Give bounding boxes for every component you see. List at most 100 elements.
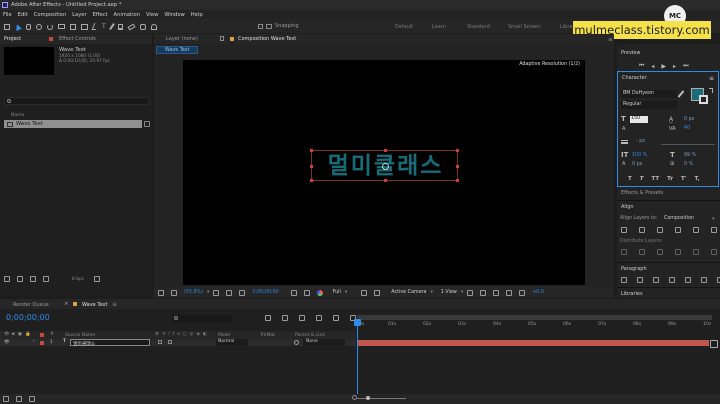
menu-edit[interactable]: Edit <box>18 12 28 18</box>
menu-effect[interactable]: Effect <box>93 12 108 18</box>
mode-header[interactable]: Mode <box>218 333 230 338</box>
snapping-toggle[interactable]: Snapping <box>258 23 299 29</box>
zoom-slider[interactable] <box>352 395 406 400</box>
blend-mode-select[interactable]: Normal <box>216 339 248 346</box>
align-vcenter-icon[interactable] <box>693 227 699 233</box>
camera-tool-icon[interactable] <box>58 24 65 29</box>
project-settings-icon[interactable] <box>43 276 49 282</box>
layer-duration-bar[interactable] <box>357 340 709 346</box>
stroke-width-value[interactable]: - px <box>636 139 645 144</box>
time-ruler[interactable]: 0s 01s 02s 03s 04s 05s 06s 07s 08s 09s 1… <box>357 315 712 339</box>
center-text-icon[interactable] <box>637 277 643 283</box>
menu-view[interactable]: View <box>146 12 158 18</box>
timeline-search-field[interactable] <box>172 315 232 322</box>
tab-menu-icon[interactable]: ≡ <box>112 301 117 308</box>
camera-select[interactable]: Active Camera <box>391 290 426 295</box>
align-hcenter-icon[interactable] <box>639 227 645 233</box>
tracking-value[interactable]: 0 px <box>684 117 694 122</box>
trkmat-header[interactable]: TrkMat <box>260 333 275 338</box>
color-channels-icon[interactable] <box>316 289 323 296</box>
bounds-handle-br[interactable] <box>456 179 459 182</box>
justify-last-center-icon[interactable] <box>685 277 691 283</box>
bit-depth-label[interactable]: 8 bpc <box>72 277 84 282</box>
safe-zones-icon[interactable] <box>226 289 233 296</box>
preview-header[interactable]: Preview <box>617 48 720 58</box>
rectangle-tool-icon[interactable] <box>81 23 88 30</box>
roi-icon[interactable] <box>361 289 368 296</box>
bounds-handle-tc[interactable] <box>384 149 387 152</box>
snapshot-icon[interactable] <box>290 289 297 296</box>
align-left-icon[interactable] <box>621 227 627 233</box>
bounds-handle-bl[interactable] <box>310 179 313 182</box>
distribute-vcenter-icon[interactable] <box>639 249 645 255</box>
baseline-shift-value[interactable]: 0 px <box>632 162 642 167</box>
tab-render-queue[interactable]: Render Queue <box>13 302 49 308</box>
source-name-header[interactable]: Source Name <box>65 333 95 338</box>
layer-label-swatch[interactable] <box>40 340 44 345</box>
pixel-aspect-icon[interactable] <box>467 289 474 296</box>
parent-header[interactable]: Parent & Link <box>295 333 325 338</box>
justify-last-left-icon[interactable] <box>669 277 675 283</box>
shy-icon[interactable] <box>299 315 305 321</box>
chevron-down-icon[interactable]: ▾ <box>430 290 432 295</box>
bounds-handle-tr[interactable] <box>456 149 459 152</box>
views-select[interactable]: 1 View <box>441 290 457 295</box>
right-align-text-icon[interactable] <box>653 277 659 283</box>
stroke-color-swatch[interactable] <box>699 95 708 104</box>
expand-arrow-icon[interactable]: › <box>33 339 35 344</box>
layer-row[interactable]: 👁 › 1 T 멀미클래스 Normal None <box>0 339 356 347</box>
bounds-handle-bc[interactable] <box>384 179 387 182</box>
swap-colors-icon[interactable] <box>709 88 713 93</box>
paragraph-header[interactable]: Paragraph <box>617 264 720 274</box>
magnification-select[interactable]: (55.8%) <box>184 290 203 295</box>
show-snapshot-icon[interactable] <box>303 289 310 296</box>
delete-icon[interactable] <box>94 276 101 282</box>
grid-icon[interactable] <box>239 289 246 296</box>
comp-canvas[interactable]: Adaptive Resolution (1/2) 멀미클래스 <box>183 60 585 285</box>
panel-menu-icon[interactable]: ≡ <box>709 75 714 82</box>
tab-project[interactable]: Project <box>4 36 21 42</box>
layer-switch-shy[interactable] <box>158 340 162 344</box>
text-layer-bounds[interactable]: 멀미클래스 <box>310 149 459 182</box>
timeline-current-time[interactable]: 0;00;00;00 <box>6 313 50 322</box>
project-flow-icon[interactable] <box>144 121 150 127</box>
timeline-icon[interactable] <box>493 289 500 296</box>
distribute-right-icon[interactable] <box>711 249 717 255</box>
align-bottom-icon[interactable] <box>711 227 717 233</box>
subscript-button[interactable]: T, <box>694 176 699 182</box>
tab-layer[interactable]: Layer (none) <box>166 36 198 42</box>
workspace-standard[interactable]: Standard <box>467 24 490 30</box>
timeline-close-icon[interactable]: × <box>64 301 69 307</box>
eraser-tool-icon[interactable] <box>127 23 136 30</box>
breadcrumb[interactable]: Wave Text <box>156 46 199 54</box>
menu-layer[interactable]: Layer <box>72 12 86 18</box>
layer-switches-icon[interactable] <box>3 396 9 402</box>
tab-effect-controls[interactable]: Effect Controls <box>59 36 96 42</box>
project-search-field[interactable] <box>4 97 149 105</box>
resolution-icon[interactable] <box>213 289 220 296</box>
type-tool-icon[interactable]: T <box>102 23 106 30</box>
stroke-type-select[interactable] <box>661 138 715 145</box>
small-caps-button[interactable]: Tr <box>667 176 673 182</box>
snapping-checkbox[interactable] <box>258 23 263 29</box>
timeline-end-marker[interactable] <box>710 340 718 348</box>
chevron-down-icon[interactable]: ▾ <box>461 290 463 295</box>
effects-presets-header[interactable]: Effects & Presets <box>617 188 720 198</box>
home-icon[interactable] <box>4 23 10 30</box>
flowchart-icon[interactable] <box>506 289 513 296</box>
horizontal-scale-value[interactable]: 99 % <box>684 153 696 158</box>
anchor-point-icon[interactable] <box>382 163 389 170</box>
playhead-handle[interactable] <box>354 319 361 326</box>
last-frame-icon[interactable]: ⏭ <box>683 62 688 70</box>
puppet-tool-icon[interactable] <box>150 23 157 30</box>
distribute-left-icon[interactable] <box>675 249 681 255</box>
faux-bold-button[interactable]: T <box>628 176 632 182</box>
bounds-handle-tl[interactable] <box>310 149 313 152</box>
brush-tool-icon[interactable] <box>108 23 115 30</box>
in-out-icon[interactable] <box>29 396 35 402</box>
comp-mini-flowchart-icon[interactable] <box>265 315 271 321</box>
workspace-learn[interactable]: Learn <box>432 24 446 30</box>
new-folder-icon[interactable] <box>17 276 23 282</box>
left-align-text-icon[interactable] <box>621 277 627 283</box>
composition-lock-icon[interactable] <box>220 36 224 41</box>
